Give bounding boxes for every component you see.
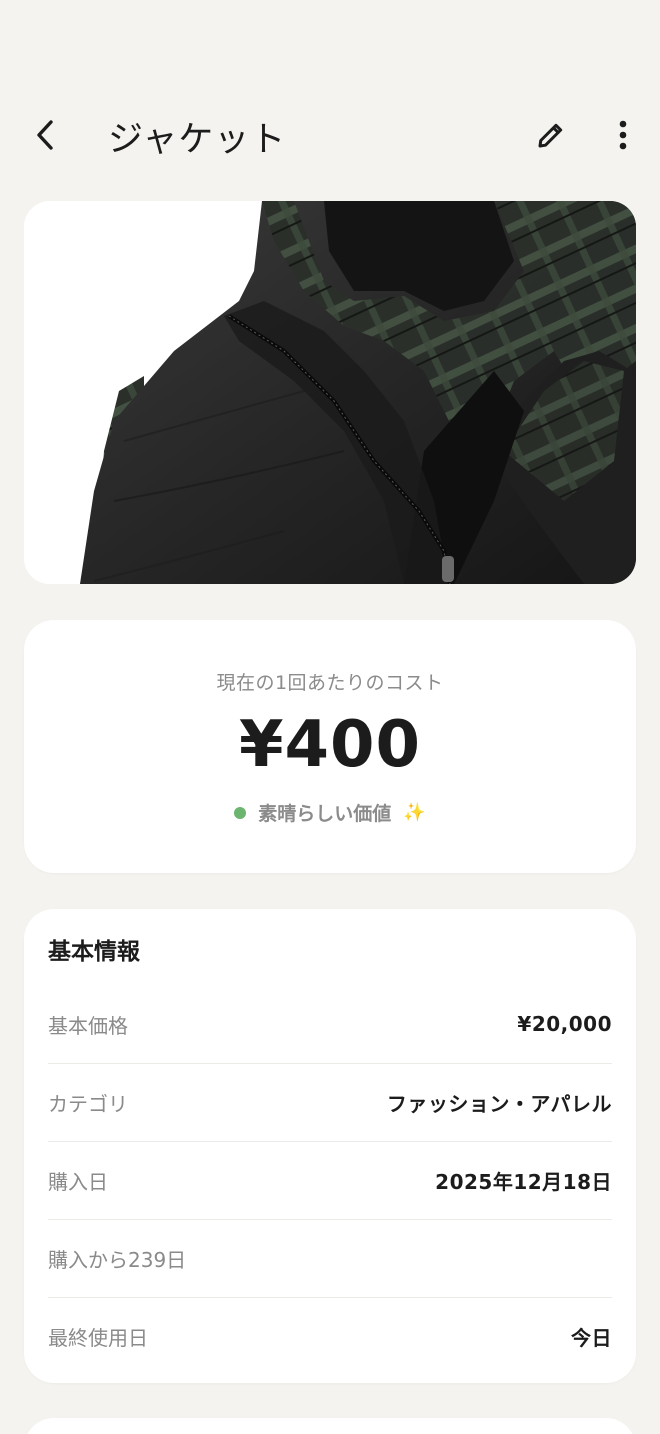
status-dot-icon	[234, 806, 247, 819]
info-row-days-since-purchase: 購入から239日	[48, 1219, 612, 1297]
page-title: ジャケット	[108, 120, 287, 160]
cost-per-use-card: 現在の1回あたりのコスト ¥400 素晴らしい価値 ✨	[24, 620, 636, 873]
more-vertical-icon	[619, 120, 627, 150]
row-value: ¥20,000	[517, 1012, 612, 1036]
back-button[interactable]	[22, 112, 68, 158]
cost-label: 現在の1回あたりのコスト	[216, 672, 444, 694]
row-value: 今日	[571, 1326, 612, 1350]
info-row-category: カテゴリ ファッション・アパレル	[48, 1063, 612, 1141]
screen: ジャケット 現在の1回あたりのコスト ¥400 素晴らしい価値 ✨ 基本情報 基…	[0, 0, 660, 1434]
item-photo	[24, 201, 636, 584]
status-text: 素晴らしい価値	[258, 803, 392, 825]
row-key: カテゴリ	[48, 1092, 128, 1116]
row-key: 購入日	[48, 1170, 108, 1194]
edit-button[interactable]	[528, 112, 574, 158]
row-key: 基本価格	[48, 1013, 128, 1038]
row-value: ファッション・アパレル	[386, 1092, 612, 1116]
jacket-image	[24, 201, 636, 584]
cost-value: ¥400	[238, 708, 422, 782]
section-title: 基本情報	[48, 939, 140, 965]
app-bar: ジャケット	[0, 100, 660, 170]
row-key: 最終使用日	[48, 1326, 148, 1350]
basic-info-card: 基本情報 基本価格 ¥20,000 カテゴリ ファッション・アパレル 購入日 2…	[24, 909, 636, 1383]
next-section-card	[24, 1418, 636, 1434]
sparkle-icon: ✨	[403, 802, 426, 823]
info-row-last-used: 最終使用日 今日	[48, 1297, 612, 1375]
chevron-left-icon	[37, 120, 53, 150]
more-options-button[interactable]	[600, 112, 646, 158]
value-status: 素晴らしい価値 ✨	[234, 799, 426, 826]
info-row-base-price: 基本価格 ¥20,000	[48, 985, 612, 1063]
row-value: 2025年12月18日	[435, 1170, 612, 1194]
info-row-purchase-date: 購入日 2025年12月18日	[48, 1141, 612, 1219]
pencil-icon	[538, 123, 563, 148]
row-key: 購入から239日	[48, 1248, 187, 1272]
info-list: 基本価格 ¥20,000 カテゴリ ファッション・アパレル 購入日 2025年1…	[48, 985, 612, 1375]
